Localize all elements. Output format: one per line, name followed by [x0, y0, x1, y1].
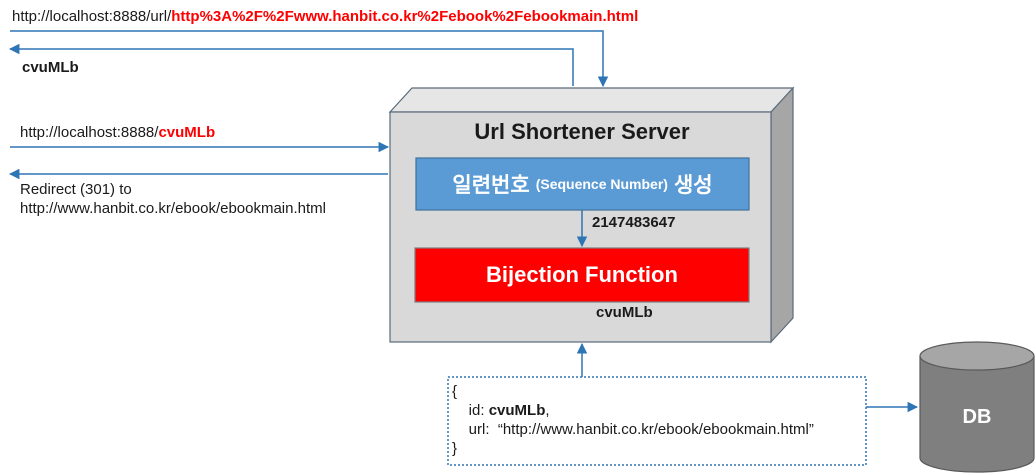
short-code-response-arrow	[8, 43, 574, 86]
server-box-side-face	[770, 86, 794, 344]
long-url-encoded: http%3A%2F%2Fwww.hanbit.co.kr%2Febook%2F…	[171, 8, 639, 25]
long-url-prefix: http://localhost:8888/url/	[12, 8, 172, 25]
server-box-front-face	[389, 111, 772, 343]
bijection-output: cvuMLb	[596, 304, 653, 321]
redirect-label-line1: Redirect (301) to	[20, 181, 132, 198]
record-id-value: cvuMLb	[488, 402, 546, 419]
record-url-line: url: “http://www.hanbit.co.kr/ebook/eboo…	[468, 421, 814, 438]
short-url-prefix: http://localhost:8888/	[20, 124, 159, 141]
long-url-request-label: http://localhost:8888/url/http%3A%2F%2Fw…	[12, 8, 638, 26]
seq-korean-left: 일련번호	[452, 174, 530, 197]
record-close: }	[452, 440, 458, 457]
seq-korean-right: 생성	[673, 174, 713, 197]
sequence-number-label: 일련번호 (Sequence Number) 생성	[416, 158, 749, 210]
server-box-top-face	[388, 87, 795, 113]
redirect-label-line2: http://www.hanbit.co.kr/ebook/ebookmain.…	[20, 200, 326, 217]
record-id-key: id:	[468, 402, 489, 419]
record-content: { id: cvuMLb, url: “http://www.hanbit.co…	[452, 382, 814, 458]
server-title: Url Shortener Server	[474, 119, 690, 144]
db-cylinder-top	[919, 341, 1035, 371]
seq-english: (Sequence Number)	[535, 176, 668, 192]
short-code-response-label: cvuMLb	[22, 59, 79, 76]
db-label: DB	[962, 406, 992, 428]
record-open: {	[452, 383, 458, 400]
short-url-code: cvuMLb	[158, 124, 216, 141]
short-url-request-label: http://localhost:8888/cvuMLb	[20, 124, 215, 142]
record-id-suffix: ,	[545, 402, 550, 419]
bijection-function-label: Bijection Function	[486, 262, 678, 287]
long-url-request-arrow	[10, 30, 609, 88]
sequence-value: 2147483647	[592, 214, 676, 231]
